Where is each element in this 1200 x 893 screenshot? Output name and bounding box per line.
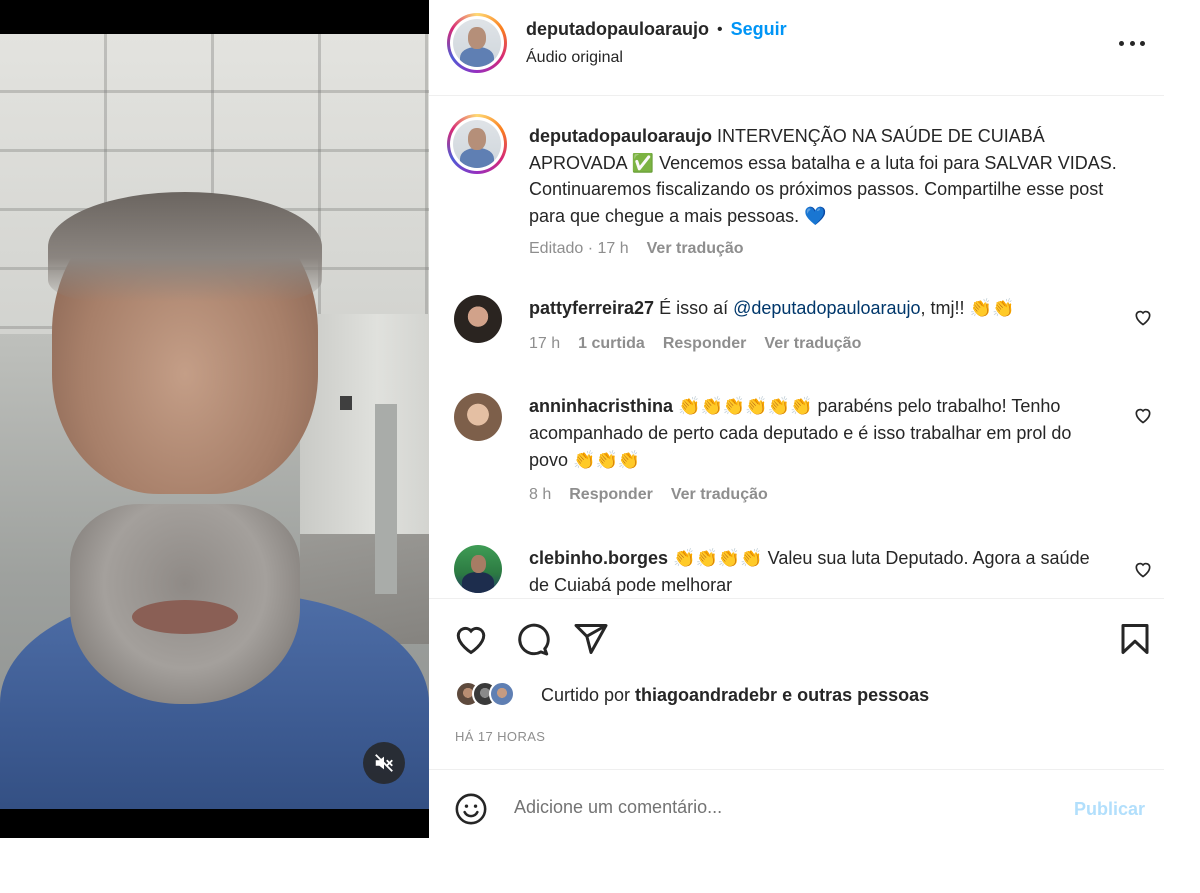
comment-reply-button[interactable]: Responder <box>569 486 653 504</box>
comment-body-end: , tmj!! 👏👏 <box>920 298 1015 318</box>
comment-like-heart-icon[interactable] <box>1133 307 1153 327</box>
caption-meta: Editado · 17 h Ver tradução <box>529 240 744 258</box>
comment-time: 17 h <box>529 335 561 352</box>
smiley-icon[interactable] <box>454 792 488 826</box>
commenter-avatar[interactable] <box>454 295 502 343</box>
video-person-hair <box>48 192 322 302</box>
video-sign <box>340 396 352 410</box>
follow-button[interactable]: Seguir <box>731 19 787 40</box>
separator-dot: • <box>717 20 723 38</box>
audio-label-link[interactable]: Áudio original <box>526 49 623 67</box>
caption-translate-link[interactable]: Ver tradução <box>647 240 744 258</box>
post-caption: deputadopauloaraujo INTERVENÇÃO NA SAÚDE… <box>529 123 1129 229</box>
comment-mention-link[interactable]: @deputadopauloaraujo <box>733 298 920 318</box>
commenter-avatar[interactable] <box>454 393 502 441</box>
comment-like-heart-icon[interactable] <box>1133 559 1153 579</box>
heart-icon[interactable] <box>453 621 489 657</box>
comment-likes-link[interactable]: 1 curtida <box>578 335 645 353</box>
video-person-mouth <box>132 600 238 634</box>
comment-translate-link[interactable]: Ver tradução <box>671 486 768 504</box>
comment-composer: Publicar <box>429 771 1164 838</box>
video-player[interactable] <box>0 0 429 838</box>
post-header: deputadopauloaraujo • Seguir Áudio origi… <box>429 0 1164 96</box>
comment-text: clebinho.borges 👏👏👏👏 Valeu sua luta Depu… <box>529 545 1109 597</box>
post-timestamp: HÁ 17 HORAS <box>455 729 546 744</box>
liker-avatars[interactable] <box>455 681 515 707</box>
comment-meta: 8 h Responder Ver tradução <box>529 486 768 504</box>
more-options-button[interactable] <box>1119 32 1145 54</box>
comment-input[interactable] <box>514 793 1054 821</box>
post-actions: Curtido por thiagoandradebr e outras pes… <box>429 598 1164 770</box>
more-options-icon <box>1119 40 1124 46</box>
comment-reply-button[interactable]: Responder <box>663 335 747 353</box>
commenter-username-link[interactable]: clebinho.borges <box>529 548 668 568</box>
page-background <box>1164 0 1200 838</box>
liked-by-text: Curtido por thiagoandradebr e outras pes… <box>541 685 929 706</box>
publish-button[interactable]: Publicar <box>1074 799 1145 820</box>
author-avatar[interactable] <box>447 13 507 73</box>
speaker-muted-icon <box>375 754 393 772</box>
paper-plane-icon[interactable] <box>573 621 609 657</box>
bookmark-icon[interactable] <box>1117 621 1153 657</box>
caption-author-avatar[interactable] <box>447 114 507 174</box>
commenter-username-link[interactable]: pattyferreira27 <box>529 298 654 318</box>
comment-translate-link[interactable]: Ver tradução <box>764 335 861 353</box>
comments-list[interactable]: deputadopauloaraujo INTERVENÇÃO NA SAÚDE… <box>429 97 1164 597</box>
comment-text: pattyferreira27 É isso aí @deputadopaulo… <box>529 295 1109 322</box>
commenter-username-link[interactable]: anninhacristhina <box>529 396 673 416</box>
comment-time: 8 h <box>529 486 552 503</box>
caption-edited-time: Editado · 17 h <box>529 240 629 257</box>
video-door <box>375 404 397 594</box>
liked-by-prefix: Curtido por <box>541 685 636 705</box>
comment-like-heart-icon[interactable] <box>1133 405 1153 425</box>
caption-username-link[interactable]: deputadopauloaraujo <box>529 126 712 146</box>
comment-meta: 17 h 1 curtida Responder Ver tradução <box>529 335 861 353</box>
comment-bubble-icon[interactable] <box>514 621 550 657</box>
mute-button[interactable] <box>363 742 405 784</box>
comment-body: É isso aí <box>654 298 734 318</box>
liked-by-others-link[interactable]: e outras pessoas <box>777 685 929 705</box>
author-username-link[interactable]: deputadopauloaraujo <box>526 19 709 40</box>
liked-by-user-link[interactable]: thiagoandradebr <box>635 685 777 705</box>
liker-avatar <box>489 681 515 707</box>
comment-text: anninhacristhina 👏👏👏👏👏👏 parabéns pelo tr… <box>529 393 1109 474</box>
post-panel: deputadopauloaraujo • Seguir Áudio origi… <box>429 0 1164 838</box>
header-user-row: deputadopauloaraujo • Seguir <box>526 19 787 40</box>
commenter-avatar[interactable] <box>454 545 502 593</box>
video-frame[interactable] <box>0 34 429 809</box>
